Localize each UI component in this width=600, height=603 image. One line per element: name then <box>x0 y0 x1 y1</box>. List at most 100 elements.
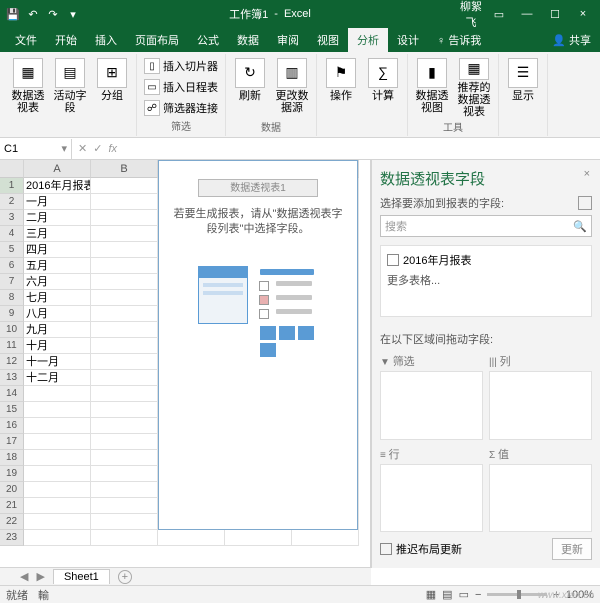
tab-analyze[interactable]: 分析 <box>348 28 388 52</box>
col-header[interactable]: A <box>24 160 91 178</box>
cell[interactable]: 十一月 <box>24 354 91 370</box>
tab-design[interactable]: 设计 <box>388 28 428 52</box>
cell[interactable] <box>225 530 292 546</box>
pane-close-icon[interactable]: × <box>584 168 590 180</box>
view-break-icon[interactable]: ▭ <box>459 588 469 601</box>
cell[interactable] <box>24 450 91 466</box>
undo-icon[interactable]: ↶ <box>24 5 42 23</box>
cell[interactable]: 四月 <box>24 242 91 258</box>
pivottable-button[interactable]: ▦数据透视表 <box>8 56 48 118</box>
cell[interactable] <box>91 482 158 498</box>
cell[interactable] <box>91 226 158 242</box>
cell[interactable] <box>24 434 91 450</box>
field-item[interactable]: 2016年月报表 <box>387 252 585 268</box>
pivot-placeholder[interactable]: 数据透视表1 若要生成报表，请从"数据透视表字段列表"中选择字段。 <box>158 160 358 530</box>
more-tables-link[interactable]: 更多表格... <box>387 272 585 288</box>
row-header[interactable]: 2 <box>0 194 24 210</box>
row-header[interactable]: 8 <box>0 290 24 306</box>
insert-timeline-button[interactable]: ▭插入日程表 <box>141 77 221 97</box>
cell[interactable] <box>91 434 158 450</box>
area-rows-drop[interactable] <box>380 464 483 533</box>
group-button[interactable]: ⊞分组 <box>92 56 132 118</box>
cell[interactable]: 2016年月报表 <box>24 178 91 194</box>
user-name[interactable]: 柳絮飞 <box>458 0 484 30</box>
row-header[interactable]: 5 <box>0 242 24 258</box>
cell[interactable] <box>24 498 91 514</box>
change-source-button[interactable]: ▥更改数据源 <box>272 56 312 118</box>
cell[interactable] <box>91 290 158 306</box>
cell[interactable] <box>91 386 158 402</box>
sheet-nav-next-icon[interactable]: ▶ <box>36 570 44 583</box>
refresh-button[interactable]: ↻刷新 <box>230 56 270 118</box>
cell[interactable]: 三月 <box>24 226 91 242</box>
show-button[interactable]: ☰显示 <box>503 56 543 118</box>
cell[interactable] <box>24 530 91 546</box>
update-button[interactable]: 更新 <box>552 538 592 560</box>
filter-conn-button[interactable]: ☍筛选器连接 <box>141 98 221 118</box>
tab-home[interactable]: 开始 <box>46 28 86 52</box>
cell[interactable] <box>24 402 91 418</box>
tab-file[interactable]: 文件 <box>6 28 46 52</box>
checkbox-icon[interactable] <box>387 254 399 266</box>
tab-share[interactable]: 👤 共享 <box>543 28 600 52</box>
close-icon[interactable]: × <box>570 8 596 20</box>
row-header[interactable]: 22 <box>0 514 24 530</box>
cell[interactable]: 八月 <box>24 306 91 322</box>
fx-icon[interactable]: fx <box>108 143 117 155</box>
zoom-out-icon[interactable]: − <box>475 589 481 601</box>
row-header[interactable]: 10 <box>0 322 24 338</box>
cell[interactable] <box>24 482 91 498</box>
cell[interactable]: 十二月 <box>24 370 91 386</box>
row-header[interactable]: 1 <box>0 178 24 194</box>
recommend-button[interactable]: ▦推荐的数据透视表 <box>454 56 494 118</box>
cell[interactable]: 五月 <box>24 258 91 274</box>
maximize-icon[interactable]: ☐ <box>542 8 568 21</box>
area-vals-drop[interactable] <box>489 464 592 533</box>
row-header[interactable]: 11 <box>0 338 24 354</box>
col-header[interactable]: B <box>91 160 158 178</box>
view-layout-icon[interactable]: ▤ <box>442 588 452 601</box>
cell[interactable] <box>91 274 158 290</box>
cell[interactable]: 一月 <box>24 194 91 210</box>
pivotchart-button[interactable]: ▮数据透视图 <box>412 56 452 118</box>
add-sheet-button[interactable]: + <box>118 570 132 584</box>
defer-checkbox[interactable] <box>380 543 392 555</box>
row-header[interactable]: 18 <box>0 450 24 466</box>
qat-customize-icon[interactable]: ▾ <box>64 5 82 23</box>
cell[interactable] <box>91 418 158 434</box>
cell[interactable] <box>91 498 158 514</box>
tab-insert[interactable]: 插入 <box>86 28 126 52</box>
cell[interactable] <box>91 322 158 338</box>
area-cols-drop[interactable] <box>489 371 592 440</box>
row-header[interactable]: 23 <box>0 530 24 546</box>
tab-data[interactable]: 数据 <box>228 28 268 52</box>
row-header[interactable]: 19 <box>0 466 24 482</box>
row-header[interactable]: 15 <box>0 402 24 418</box>
tab-review[interactable]: 审阅 <box>268 28 308 52</box>
cell[interactable] <box>91 530 158 546</box>
row-header[interactable]: 17 <box>0 434 24 450</box>
cell[interactable] <box>91 466 158 482</box>
cell[interactable]: 二月 <box>24 210 91 226</box>
cell[interactable] <box>91 402 158 418</box>
chevron-down-icon[interactable]: ▾ <box>61 142 67 155</box>
actions-button[interactable]: ⚑操作 <box>321 56 361 118</box>
cell[interactable] <box>24 386 91 402</box>
cell[interactable] <box>91 514 158 530</box>
cell[interactable]: 九月 <box>24 322 91 338</box>
row-header[interactable]: 3 <box>0 210 24 226</box>
view-normal-icon[interactable]: ▦ <box>426 588 436 601</box>
row-header[interactable]: 12 <box>0 354 24 370</box>
cell[interactable] <box>91 306 158 322</box>
row-header[interactable]: 6 <box>0 258 24 274</box>
gear-icon[interactable] <box>578 196 592 210</box>
calc-button[interactable]: ∑计算 <box>363 56 403 118</box>
cell[interactable] <box>91 450 158 466</box>
tab-tellme[interactable]: ♀ 告诉我 <box>428 28 490 52</box>
worksheet-grid[interactable]: A B C D E 12016年月报表2一月3二月4三月5四月6五月7六月8七月… <box>0 160 371 568</box>
sheet-nav-prev-icon[interactable]: ◀ <box>20 570 28 583</box>
area-filter-drop[interactable] <box>380 371 483 440</box>
select-all-button[interactable] <box>0 160 24 178</box>
row-header[interactable]: 4 <box>0 226 24 242</box>
insert-slicer-button[interactable]: ▯插入切片器 <box>141 56 221 76</box>
